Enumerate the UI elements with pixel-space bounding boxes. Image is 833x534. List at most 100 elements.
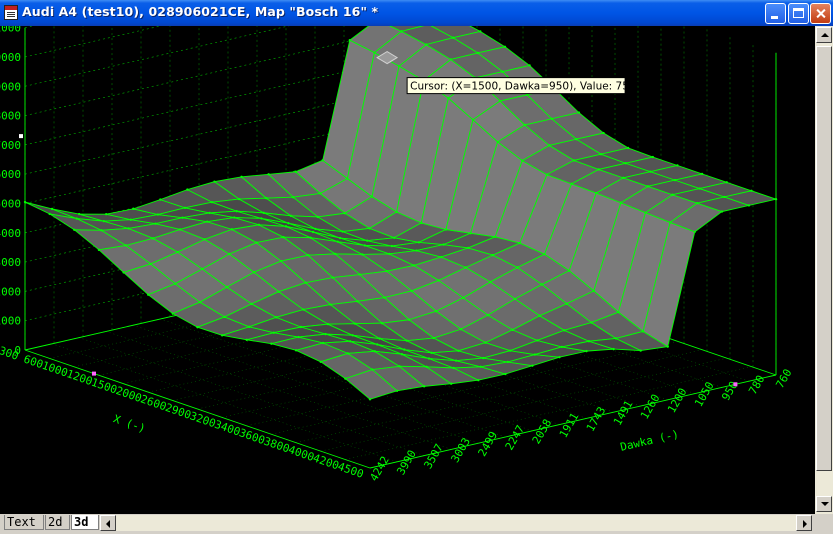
surface-node [319,192,322,195]
surface-node [201,267,204,271]
surface-node [289,214,293,218]
y-axis-tick-label: 1491 [611,398,636,427]
maximize-icon [793,8,804,18]
surface-node [481,356,485,360]
surface-node [498,99,502,103]
surface-node [516,266,519,269]
surface-node [442,243,445,246]
y-axis-tick-label: 1260 [638,392,663,421]
surface-node [452,366,455,370]
y-axis-tick-label: 3003 [449,435,474,464]
surface-node [673,178,677,182]
surface-node [321,159,324,162]
z-axis-tick-label: 2000 [0,285,21,298]
surface-node [385,269,389,273]
surface-node [696,201,699,205]
minimize-button[interactable] [765,3,786,24]
map-document-icon[interactable] [4,5,18,20]
surface-node [511,328,514,332]
surface-node [587,340,591,343]
surface-node [329,303,332,306]
surface-node [747,204,751,207]
surface-node [321,341,325,345]
scroll-left-button[interactable] [100,515,116,531]
surface-node [334,252,337,256]
surface-node [548,144,551,147]
z-axis-tick-label: 10000 [0,51,21,64]
surface-node [624,162,627,165]
surface-node [336,240,339,243]
surface-node [73,228,76,231]
surface-node [531,364,534,367]
surface-node [368,227,371,230]
z-axis-tick-label: 3000 [0,256,21,269]
surface-node [378,337,381,340]
map-3d-view[interactable]: 11000 10000 9000 8000 7000 6000 5000 4000 3000 20… [0,26,815,514]
surface-node [365,239,369,242]
tab-3d[interactable]: 3d [71,515,99,530]
surface-node [454,359,458,362]
surface-node [489,280,492,284]
surface-node [693,230,696,234]
surface-node [577,111,581,114]
scroll-thumb[interactable] [816,46,832,471]
surface-node [395,389,399,392]
surface-node [671,193,674,196]
surface-node [430,351,433,354]
surface-node [518,241,522,245]
surface-node [346,177,349,180]
surface-node [466,246,470,250]
surface-node [626,146,630,150]
surface-node [536,339,539,342]
surface-node [639,349,642,352]
surface-node [124,244,128,247]
surface-node [592,289,596,293]
vertical-scrollbar[interactable] [815,26,833,514]
surface-node [388,252,391,256]
surface-node [545,173,549,176]
surface-node [277,290,280,293]
surface-node [599,152,603,156]
surface-node [422,385,426,388]
y-axis-tick-label: 1200 [665,386,690,415]
scroll-right-button[interactable] [796,515,812,531]
surface-node [651,155,654,159]
minimize-icon [771,16,778,19]
surface-node [508,349,512,352]
surface-node [590,321,593,324]
surface-node [176,250,179,254]
surface-node [203,238,206,241]
surface-node [77,212,81,216]
surface-node [540,283,544,286]
window-title: Audi A4 (test10), 028906021CE, Map "Bosc… [22,4,379,19]
surface-node [147,293,150,296]
surface-node [186,188,189,191]
surface-node [622,176,625,180]
surface-node [314,227,317,231]
scroll-down-button[interactable] [816,496,832,512]
surface-node [501,70,504,73]
surface-node [486,313,490,317]
surface-node [425,365,428,369]
scroll-up-button[interactable] [816,27,832,43]
surface-node [75,217,78,220]
y-axis-tick-label: 4242 [367,454,392,483]
tab-2d[interactable]: 2d [45,515,70,530]
surface-node [363,244,366,247]
x-axis-marker-icon [92,371,96,376]
surface-node [343,212,347,215]
maximize-button[interactable] [788,3,809,24]
surface-node [240,175,243,179]
horizontal-scroll-track[interactable] [116,515,796,531]
close-button[interactable] [810,3,831,24]
surface-node [299,325,303,329]
surface-node [220,334,224,337]
surface-node [183,206,187,210]
tab-text[interactable]: Text [4,515,44,530]
size-grip[interactable] [815,514,833,534]
surface-plot[interactable]: 11000 10000 9000 8000 7000 6000 5000 4000 3000 20… [0,26,815,514]
title-bar[interactable]: Audi A4 (test10), 028906021CE, Map "Bosc… [0,0,833,26]
surface-node [348,39,351,42]
surface-node [393,236,396,239]
surface-node [427,357,431,360]
